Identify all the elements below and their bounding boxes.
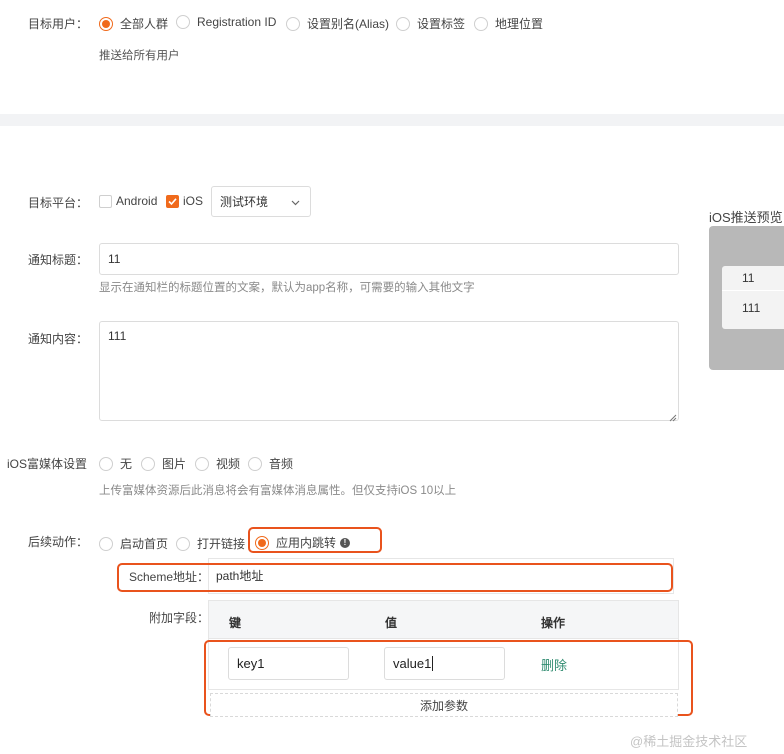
scheme-label: Scheme地址： <box>129 570 210 584</box>
radio-icon <box>99 456 113 471</box>
add-param-button[interactable]: 添加参数 <box>210 693 678 717</box>
delete-row-link[interactable]: 删除 <box>541 655 567 674</box>
radio-checked-icon <box>99 16 113 31</box>
target-users-option-all[interactable]: 全部人群 <box>99 15 168 32</box>
option-label: 打开链接 <box>197 537 246 551</box>
rich-media-hint: 上传富媒体资源后此消息将会有富媒体消息属性。但仅支持iOS 10以上 <box>99 485 457 497</box>
follow-action-option-link[interactable]: 打开链接 <box>176 535 245 552</box>
option-label: 音频 <box>269 457 294 471</box>
radio-checked-icon <box>255 535 269 550</box>
preview-notification-title: 11 <box>742 271 755 285</box>
preview-title: iOS推送预览 <box>709 210 783 225</box>
extra-field-key-value: key1 <box>237 656 265 671</box>
option-label: 全部人群 <box>120 17 169 31</box>
target-users-option-tag[interactable]: 设置标签 <box>396 15 465 32</box>
environment-select[interactable]: 测试环境 <box>211 186 311 217</box>
checkbox-checked-icon <box>166 194 179 208</box>
environment-select-value: 测试环境 <box>220 195 269 209</box>
scheme-input[interactable]: path地址 <box>216 567 656 585</box>
radio-icon <box>141 456 155 471</box>
column-header-value: 值 <box>385 616 398 630</box>
radio-icon <box>474 16 488 31</box>
target-users-hint: 推送给所有用户 <box>99 50 180 62</box>
textarea-resize-handle[interactable] <box>669 411 677 422</box>
table-header: 键 值 操作 <box>209 601 678 639</box>
section-divider <box>0 114 784 126</box>
add-param-label: 添加参数 <box>419 698 468 713</box>
preview-divider <box>722 290 784 291</box>
ios-preview-panel: 11 111 <box>709 226 784 370</box>
chevron-down-icon <box>291 195 300 209</box>
notification-content-textarea[interactable]: 111 <box>99 321 679 421</box>
option-label: Registration ID <box>197 15 277 29</box>
scheme-value: path地址 <box>216 569 264 583</box>
option-label: 视频 <box>216 457 241 471</box>
option-label: 应用内跳转 <box>276 536 337 550</box>
rich-media-option-video[interactable]: 视频 <box>195 455 240 472</box>
extra-field-value-input[interactable]: value1 <box>384 647 505 680</box>
follow-action-label: 后续动作： <box>28 535 89 549</box>
radio-icon <box>176 15 190 29</box>
info-icon: ! <box>340 537 351 548</box>
notification-title-input[interactable]: 11 <box>99 243 679 275</box>
follow-action-option-home[interactable]: 启动首页 <box>99 535 168 552</box>
text-cursor <box>432 656 434 671</box>
extra-field-key-input[interactable]: key1 <box>228 647 349 680</box>
notification-content-label: 通知内容： <box>28 332 89 346</box>
rich-media-option-audio[interactable]: 音频 <box>248 455 293 472</box>
platform-android-checkbox[interactable]: Android <box>99 194 157 208</box>
notification-title-value: 11 <box>108 252 121 266</box>
rich-media-option-image[interactable]: 图片 <box>141 455 186 472</box>
radio-icon <box>176 536 190 551</box>
checkbox-label: Android <box>116 194 158 208</box>
notification-title-hint: 显示在通知栏的标题位置的文案，默认为app名称，可需要的输入其他文字 <box>99 282 475 294</box>
column-header-action: 操作 <box>541 616 566 630</box>
follow-action-option-in-app[interactable]: 应用内跳转 ! <box>255 534 351 551</box>
option-label: 图片 <box>162 457 187 471</box>
platform-label: 目标平台： <box>28 196 89 210</box>
option-label: 启动首页 <box>120 537 169 551</box>
extra-field-value-value: value1 <box>393 656 432 671</box>
notification-title-label: 通知标题： <box>28 253 89 267</box>
rich-media-label: iOS富媒体设置 <box>7 457 88 471</box>
radio-icon <box>396 16 410 31</box>
radio-icon <box>195 456 209 471</box>
preview-notification-card: 11 111 <box>722 266 784 329</box>
watermark: @稀土掘金技术社区 <box>630 734 748 749</box>
target-users-label: 目标用户： <box>28 17 89 31</box>
extra-fields-label: 附加字段： <box>149 611 210 625</box>
rich-media-option-none[interactable]: 无 <box>99 455 132 472</box>
option-label: 地理位置 <box>495 17 544 31</box>
checkbox-label: iOS <box>183 194 204 208</box>
option-label: 无 <box>120 457 133 471</box>
notification-content-value: 111 <box>108 329 127 343</box>
option-label: 设置标签 <box>417 17 466 31</box>
target-users-option-registration-id[interactable]: Registration ID <box>176 15 276 29</box>
target-users-option-alias[interactable]: 设置别名(Alias) <box>286 15 389 32</box>
option-label: 设置别名(Alias) <box>307 17 390 31</box>
checkbox-icon <box>99 194 112 208</box>
column-header-key: 键 <box>229 616 242 630</box>
platform-ios-checkbox[interactable]: iOS <box>166 194 203 208</box>
radio-icon <box>286 16 300 31</box>
radio-icon <box>99 536 113 551</box>
preview-notification-body: 111 <box>742 301 761 315</box>
radio-icon <box>248 456 262 471</box>
target-users-option-location[interactable]: 地理位置 <box>474 15 543 32</box>
